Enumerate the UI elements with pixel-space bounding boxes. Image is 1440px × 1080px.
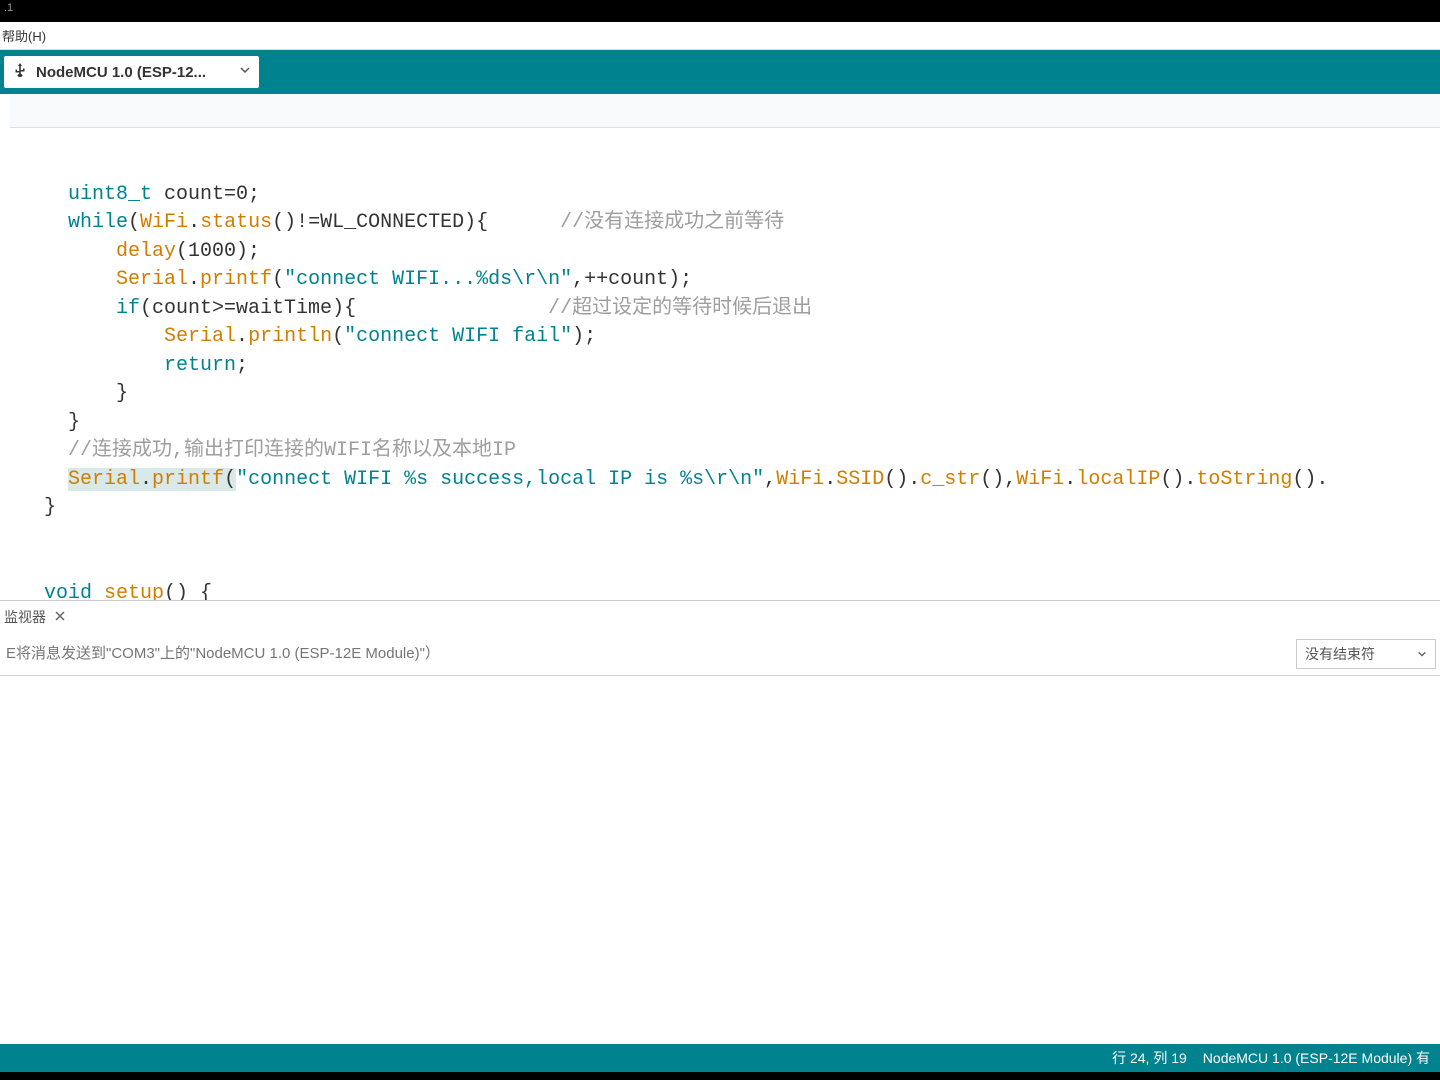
board-status: NodeMCU 1.0 (ESP-12E Module) 有 [1203, 1048, 1430, 1068]
menu-help[interactable]: 帮助(H) [2, 29, 46, 44]
titlebar-text: .1 [4, 2, 13, 14]
chevron-down-icon [239, 63, 251, 81]
bottom-strip [0, 1072, 1440, 1080]
toolbar: NodeMCU 1.0 (ESP-12... [0, 50, 1440, 94]
line-ending-value: 没有结束符 [1305, 644, 1375, 664]
board-selector[interactable]: NodeMCU 1.0 (ESP-12... [4, 56, 259, 88]
board-name: NodeMCU 1.0 (ESP-12... [36, 64, 231, 81]
serial-monitor-input-row: 没有结束符 [0, 632, 1440, 676]
serial-monitor-input[interactable] [0, 632, 1296, 675]
line-ending-select[interactable]: 没有结束符 [1296, 639, 1436, 669]
close-icon[interactable] [54, 609, 66, 625]
code-keyword: uint8_t [68, 183, 152, 206]
serial-monitor-tab-bar: 监视器 [0, 600, 1440, 632]
chevron-down-icon [1417, 646, 1427, 662]
usb-icon [12, 62, 28, 83]
cursor-position: 行 24, 列 19 [1112, 1048, 1187, 1068]
menu-bar[interactable]: 帮助(H) [0, 22, 1440, 50]
serial-monitor-title[interactable]: 监视器 [4, 607, 46, 627]
status-bar: 行 24, 列 19 NodeMCU 1.0 (ESP-12E Module) … [0, 1044, 1440, 1072]
editor-tab-header [10, 94, 1440, 128]
serial-monitor-output[interactable] [0, 676, 1440, 1044]
code-editor[interactable]: uint8_t count=0; while(WiFi.status()!=WL… [0, 128, 1440, 600]
window-titlebar: .1 [0, 0, 1440, 22]
